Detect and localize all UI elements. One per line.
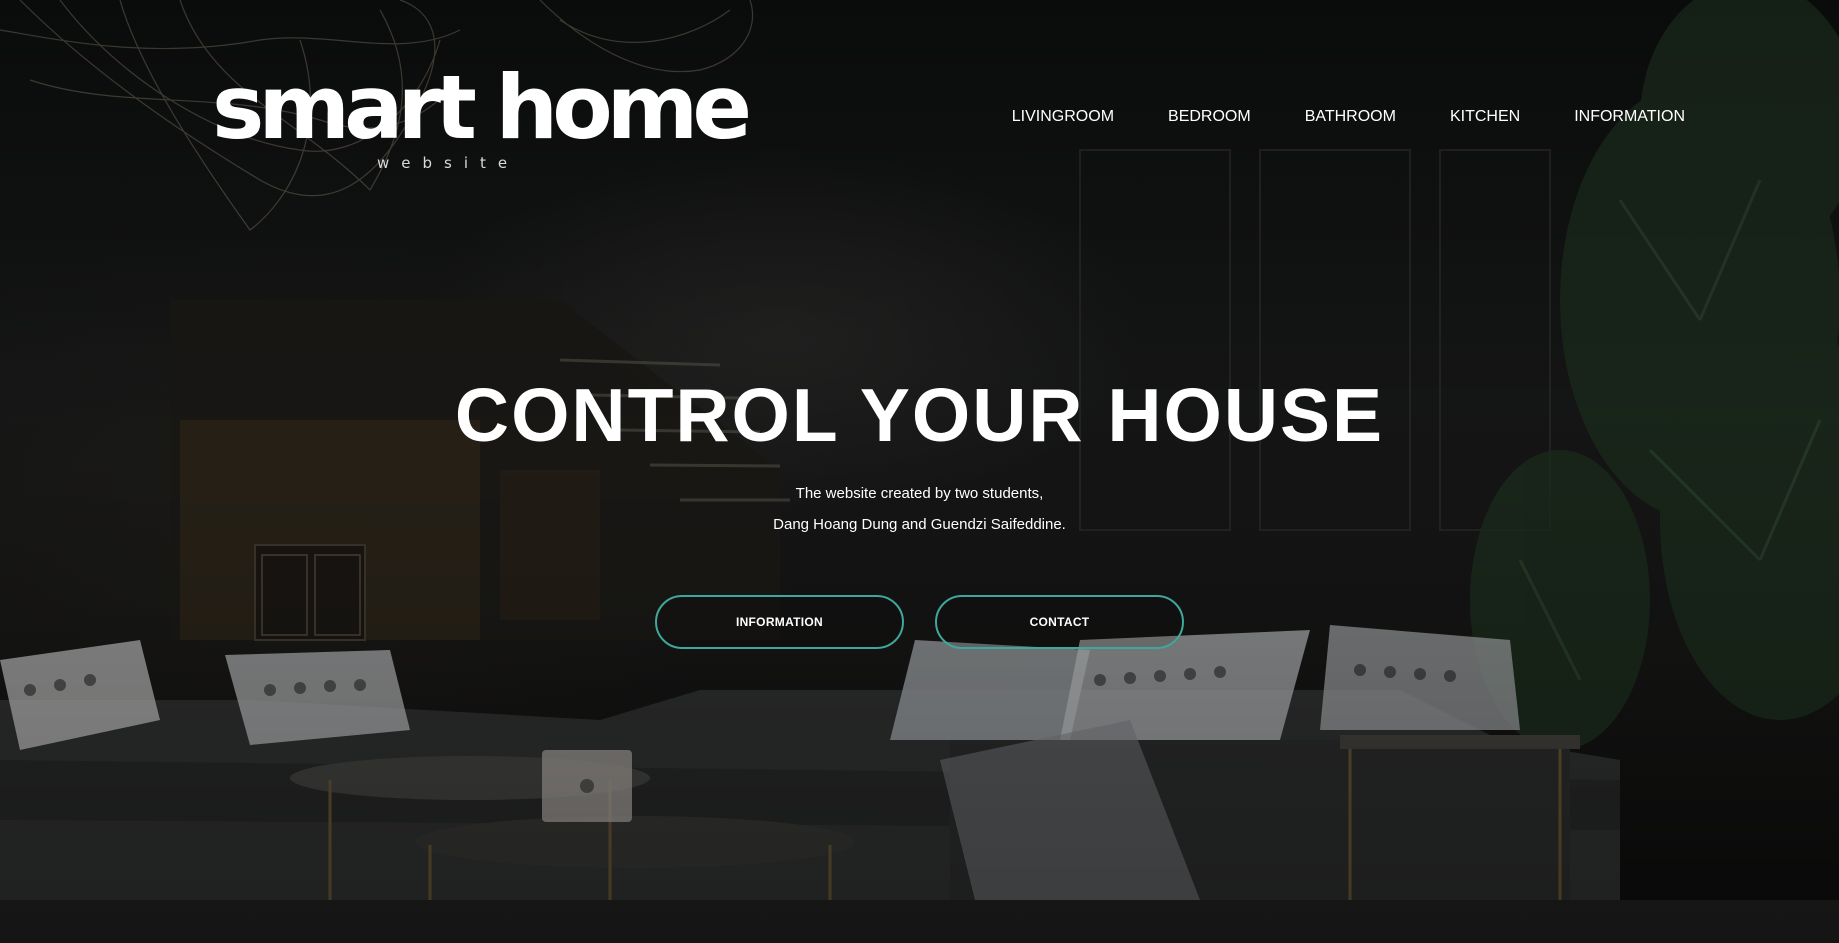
main-nav: LIVINGROOM BEDROOM BATHROOM KITCHEN INFO… bbox=[1012, 106, 1685, 128]
nav-item-kitchen[interactable]: KITCHEN bbox=[1450, 106, 1520, 128]
information-button[interactable]: INFORMATION bbox=[655, 595, 904, 649]
logo-tagline: website bbox=[377, 154, 520, 172]
hero-subtitle: The website created by two students, Dan… bbox=[0, 478, 1839, 540]
smart-home-logo[interactable]: smart home website bbox=[212, 58, 752, 178]
hero-title: CONTROL YOUR HOUSE bbox=[454, 373, 1385, 457]
contact-button[interactable]: CONTACT bbox=[935, 595, 1184, 649]
nav-item-bedroom[interactable]: BEDROOM bbox=[1168, 106, 1251, 128]
hero-subtitle-line-2: Dang Hoang Dung and Guendzi Saifeddine. bbox=[773, 516, 1066, 533]
nav-item-livingroom[interactable]: LIVINGROOM bbox=[1012, 106, 1114, 128]
hero-buttons: INFORMATION CONTACT bbox=[0, 595, 1839, 649]
nav-item-bathroom[interactable]: BATHROOM bbox=[1305, 106, 1396, 128]
logo-wordmark: smart home bbox=[212, 56, 752, 159]
nav-item-information[interactable]: INFORMATION bbox=[1574, 106, 1685, 128]
hero-content: CONTROL YOUR HOUSE The website created b… bbox=[0, 370, 1839, 540]
hero-subtitle-line-1: The website created by two students, bbox=[795, 485, 1044, 502]
